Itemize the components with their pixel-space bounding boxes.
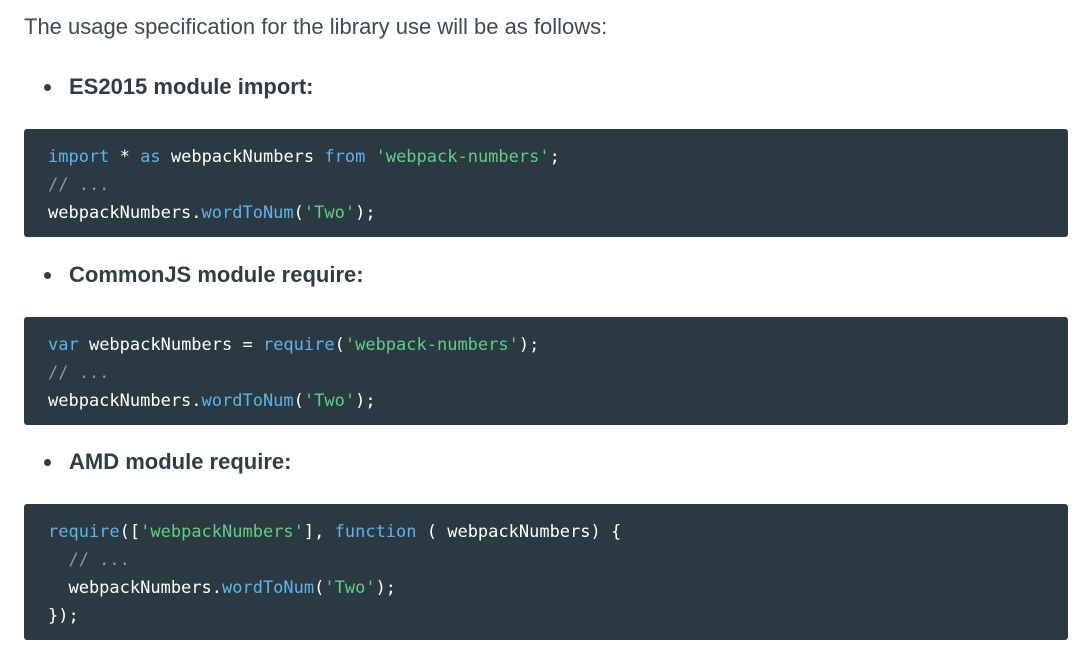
code-comment: // ... [48,363,110,383]
bullet-icon [44,458,51,466]
bullet-icon [44,83,51,91]
code-line: }); [48,606,79,626]
code-line: import * as webpackNumbers from 'webpack… [48,147,560,167]
section-heading: ES2015 module import: [69,74,314,99]
list-item-amd: AMD module require: [44,447,291,477]
section-heading: CommonJS module require: [69,262,364,287]
bullet-icon [44,271,51,279]
code-line: webpackNumbers.wordToNum('Two'); [48,203,376,223]
intro-text: The usage specification for the library … [24,14,608,39]
code-line: var webpackNumbers = require('webpack-nu… [48,335,540,355]
code-comment: // ... [48,175,110,195]
code-line: require(['webpackNumbers'], function ( w… [48,522,622,542]
list-item-commonjs: CommonJS module require: [44,260,364,290]
code-line: webpackNumbers.wordToNum('Two'); [48,578,397,598]
code-comment: // ... [48,550,130,570]
section-heading: AMD module require: [69,449,292,474]
code-block-commonjs[interactable]: var webpackNumbers = require('webpack-nu… [24,317,1068,425]
code-block-es2015[interactable]: import * as webpackNumbers from 'webpack… [24,129,1068,237]
list-item-es2015: ES2015 module import: [44,72,314,102]
code-line: webpackNumbers.wordToNum('Two'); [48,391,376,411]
code-block-amd[interactable]: require(['webpackNumbers'], function ( w… [24,504,1068,640]
